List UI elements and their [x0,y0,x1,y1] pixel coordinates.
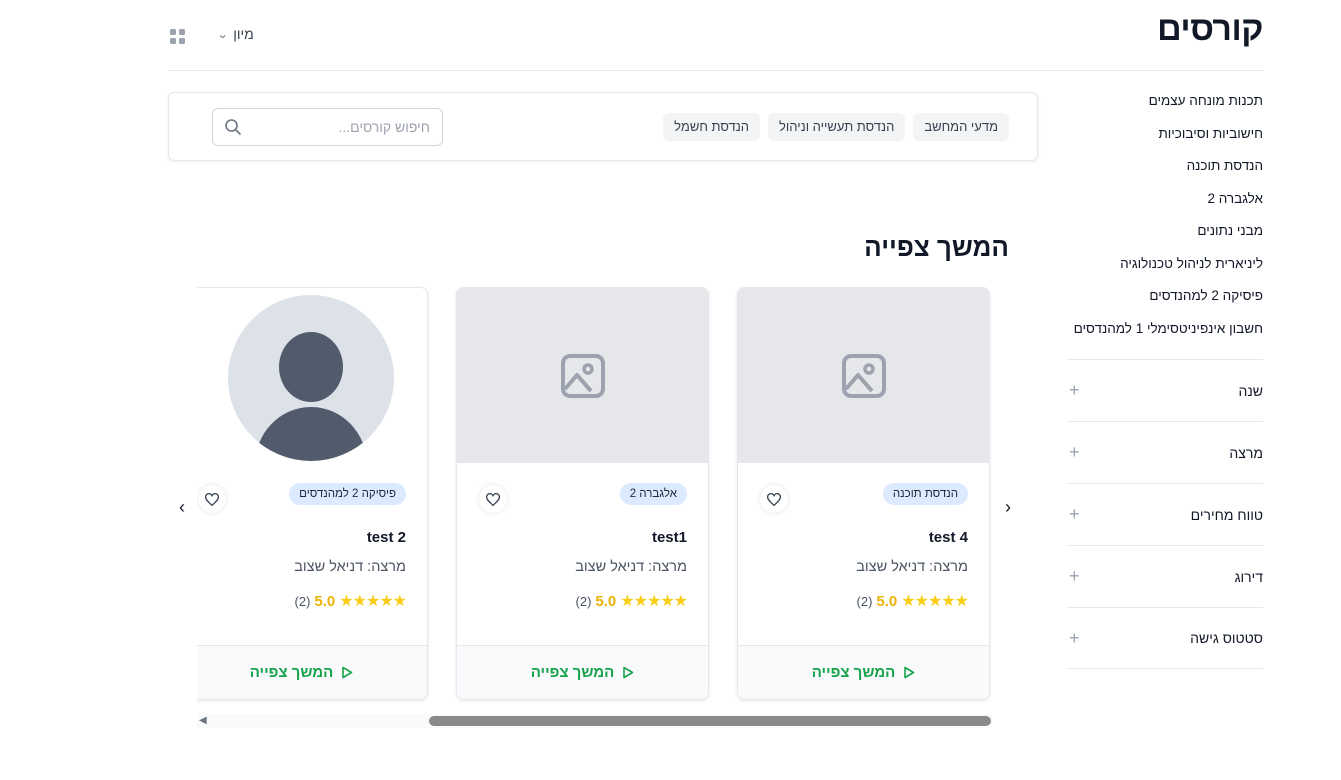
carousel-scrollbar[interactable]: ◀ [197,714,992,728]
filter-label: מרצה [1229,444,1263,461]
chevron-down-icon: ⌄ [216,28,229,41]
favorite-button[interactable] [479,485,507,513]
course-card[interactable]: פיסיקה 2 למהנדסים test 2 מרצה: דניאל שצו… [197,287,428,700]
course-title: test1 [651,529,687,546]
sort-label: מיון [233,26,254,42]
sidebar-course-link[interactable]: תכנות מונחה עצמים [1067,88,1263,121]
filter-label: שנה [1238,382,1263,399]
continue-watching-button[interactable]: המשך צפייה [457,645,708,699]
continue-watching-button[interactable]: המשך צפייה [197,645,427,699]
card-image [738,288,989,463]
search-panel: מדעי המחשב הנדסת תעשייה וניהול הנדסת חשמ… [168,92,1038,161]
rating-value: 5.0 [314,592,336,610]
play-icon [342,666,353,679]
filter-rating[interactable]: דירוג + [1067,545,1263,607]
rating-count: (2) [856,593,873,609]
rating-value: 5.0 [876,592,898,610]
scroll-left-icon[interactable]: ◀ [199,715,207,726]
sidebar-course-link[interactable]: פיסיקה 2 למהנדסים [1067,283,1263,316]
grid-view-icon[interactable] [170,29,185,44]
scrollbar-thumb[interactable] [429,716,991,726]
heart-icon [486,492,500,506]
avatar-placeholder-icon [227,294,394,461]
star-rating-icon: ★★★★★ [339,593,407,610]
search-input[interactable] [249,119,430,135]
category-chip[interactable]: מדעי המחשב [913,113,1009,141]
plus-icon: + [1069,380,1080,400]
course-category-badge: אלגברה 2 [619,483,687,505]
rating-row: ★★★★★ 5.0 (2) [857,591,969,611]
favorite-button[interactable] [760,485,788,513]
plus-icon: + [1069,442,1080,462]
course-lecturer: מרצה: דניאל שצוב [575,559,687,575]
star-rating-icon: ★★★★★ [901,593,969,610]
play-icon [904,666,915,679]
filter-label: טווח מחירים [1190,506,1263,523]
continue-watching-label: המשך צפייה [249,664,334,681]
filter-accordion: שנה + מרצה + טווח מחירים + דירוג + סטטוס… [1067,359,1263,669]
heart-icon [205,492,219,506]
category-chip[interactable]: הנדסת תעשייה וניהול [768,113,906,141]
placeholder-image-icon [560,353,605,398]
carousel-prev-icon[interactable]: ‹ [173,497,191,518]
plus-icon: + [1069,566,1080,586]
plus-icon: + [1069,627,1080,648]
carousel-next-icon[interactable]: › [999,497,1017,518]
sidebar-course-link[interactable]: חישוביות וסיבוכיות [1067,121,1263,154]
course-card[interactable]: הנדסת תוכנה test 4 מרצה: דניאל שצוב ★★★★… [737,287,990,700]
filter-price-range[interactable]: טווח מחירים + [1067,483,1263,545]
filter-lecturer[interactable]: מרצה + [1067,421,1263,483]
category-chips: מדעי המחשב הנדסת תעשייה וניהול הנדסת חשמ… [663,113,1009,141]
course-category-badge: הנדסת תוכנה [882,483,968,505]
course-carousel: הנדסת תוכנה test 4 מרצה: דניאל שצוב ★★★★… [197,286,992,730]
course-card[interactable]: אלגברה 2 test1 מרצה: דניאל שצוב ★★★★★ 5.… [456,287,709,700]
continue-watching-title: המשך צפייה [864,232,1009,262]
continue-watching-label: המשך צפייה [530,664,615,681]
heart-icon [767,492,781,506]
card-image [197,288,427,463]
card-image [457,288,708,463]
play-icon [623,666,634,679]
sidebar-course-link[interactable]: מבני נתונים [1067,218,1263,251]
search-box [212,108,443,146]
category-chip[interactable]: הנדסת חשמל [663,113,761,141]
rating-value: 5.0 [595,592,617,610]
sidebar-course-link[interactable]: חשבון אינפיניטסימלי 1 למהנדסים [1067,316,1263,349]
filter-access-status[interactable]: סטטוס גישה + [1067,607,1263,669]
sidebar-course-list: תכנות מונחה עצמים חישוביות וסיבוכיות הנד… [1067,88,1263,348]
search-icon[interactable] [223,117,243,137]
course-title: test 2 [366,529,406,546]
sidebar-course-link[interactable]: הנדסת תוכנה [1067,153,1263,186]
rating-row: ★★★★★ 5.0 (2) [295,591,407,611]
filter-label: דירוג [1234,568,1263,585]
filter-label: סטטוס גישה [1190,630,1263,646]
rating-row: ★★★★★ 5.0 (2) [576,591,688,611]
plus-icon: + [1069,504,1080,524]
page-title: קורסים [1157,10,1263,48]
rating-count: (2) [575,593,592,609]
favorite-button[interactable] [198,485,226,513]
continue-watching-label: המשך צפייה [811,664,896,681]
placeholder-image-icon [841,353,886,398]
rating-count: (2) [294,593,311,609]
course-category-badge: פיסיקה 2 למהנדסים [289,483,406,505]
course-title: test 4 [928,529,968,546]
header-divider [168,70,1263,71]
sort-dropdown[interactable]: מיון ⌄ [216,26,254,42]
continue-watching-button[interactable]: המשך צפייה [738,645,989,699]
star-rating-icon: ★★★★★ [620,593,688,610]
course-lecturer: מרצה: דניאל שצוב [294,559,406,575]
sidebar-course-link[interactable]: אלגברה 2 [1067,186,1263,219]
sidebar-course-link[interactable]: ליניארית לניהול טכנולוגיה [1067,251,1263,284]
filter-year[interactable]: שנה + [1067,359,1263,421]
course-lecturer: מרצה: דניאל שצוב [856,559,968,575]
